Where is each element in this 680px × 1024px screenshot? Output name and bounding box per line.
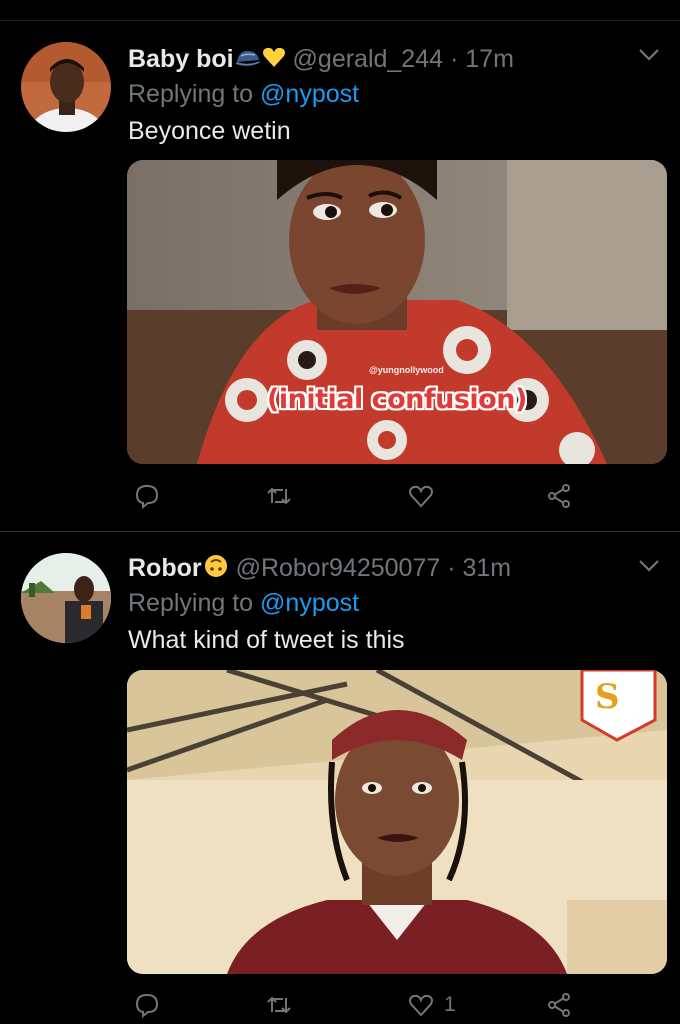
timestamp[interactable]: 17m (465, 45, 514, 73)
chevron-down-icon[interactable] (638, 559, 660, 573)
tweet-header: Robor @Robor94250077 · 31m (128, 553, 511, 586)
share-icon (548, 993, 570, 1017)
reply-tweet[interactable]: Robor @Robor94250077 · 31m Replying to @… (0, 531, 680, 1024)
like-count: 1 (444, 993, 456, 1016)
reply-tweet[interactable]: Baby boi @gerald_244 · 17m Replying to @… (0, 20, 680, 532)
user-handle[interactable]: @gerald_244 (293, 45, 444, 73)
image-caption: (initial confusion) (267, 384, 527, 415)
mention-link[interactable]: @nypost (260, 80, 359, 108)
replying-prefix: Replying to (128, 589, 254, 617)
retweet-button[interactable] (266, 989, 292, 1021)
cap-emoji (235, 45, 261, 75)
reply-button[interactable] (134, 989, 160, 1021)
share-icon (548, 484, 570, 508)
like-button[interactable]: 1 (408, 989, 456, 1021)
replying-prefix: Replying to (128, 80, 254, 108)
retweet-button[interactable] (266, 480, 292, 512)
mention-link[interactable]: @nypost (260, 589, 359, 617)
tweet-text: What kind of tweet is this (128, 626, 405, 654)
reply-button[interactable] (134, 480, 160, 512)
share-button[interactable] (546, 480, 572, 512)
tweet-image[interactable]: @yungnollywood (initial confusion) (127, 160, 667, 464)
replying-to-line: Replying to @nypost (128, 588, 359, 618)
upside-down-face-emoji (203, 553, 229, 586)
separator-dot: · (449, 45, 459, 73)
reply-icon (135, 993, 159, 1018)
reply-icon (135, 484, 159, 509)
logo-letter: S (595, 677, 620, 717)
retweet-icon (267, 487, 291, 505)
yellow-heart-emoji (262, 45, 286, 75)
like-icon (409, 994, 433, 1017)
tweet-image[interactable]: S (127, 670, 667, 974)
retweet-icon (267, 996, 291, 1014)
replying-to-line: Replying to @nypost (128, 79, 359, 109)
like-button[interactable] (408, 480, 444, 512)
tweet-text: Beyonce wetin (128, 117, 291, 145)
display-name[interactable]: Baby boi (128, 45, 234, 73)
avatar[interactable] (21, 553, 111, 643)
tweet-header: Baby boi @gerald_244 · 17m (128, 44, 514, 75)
image-watermark: @yungnollywood (369, 365, 444, 375)
timestamp[interactable]: 31m (463, 554, 512, 582)
display-name[interactable]: Robor (128, 554, 202, 582)
share-button[interactable] (546, 989, 572, 1021)
chevron-down-icon[interactable] (638, 48, 660, 62)
user-handle[interactable]: @Robor94250077 (236, 554, 441, 582)
separator-dot: · (447, 554, 456, 583)
avatar[interactable] (21, 42, 111, 132)
like-icon (409, 485, 433, 508)
action-bar: 1 (128, 989, 578, 1021)
action-bar (128, 480, 578, 512)
